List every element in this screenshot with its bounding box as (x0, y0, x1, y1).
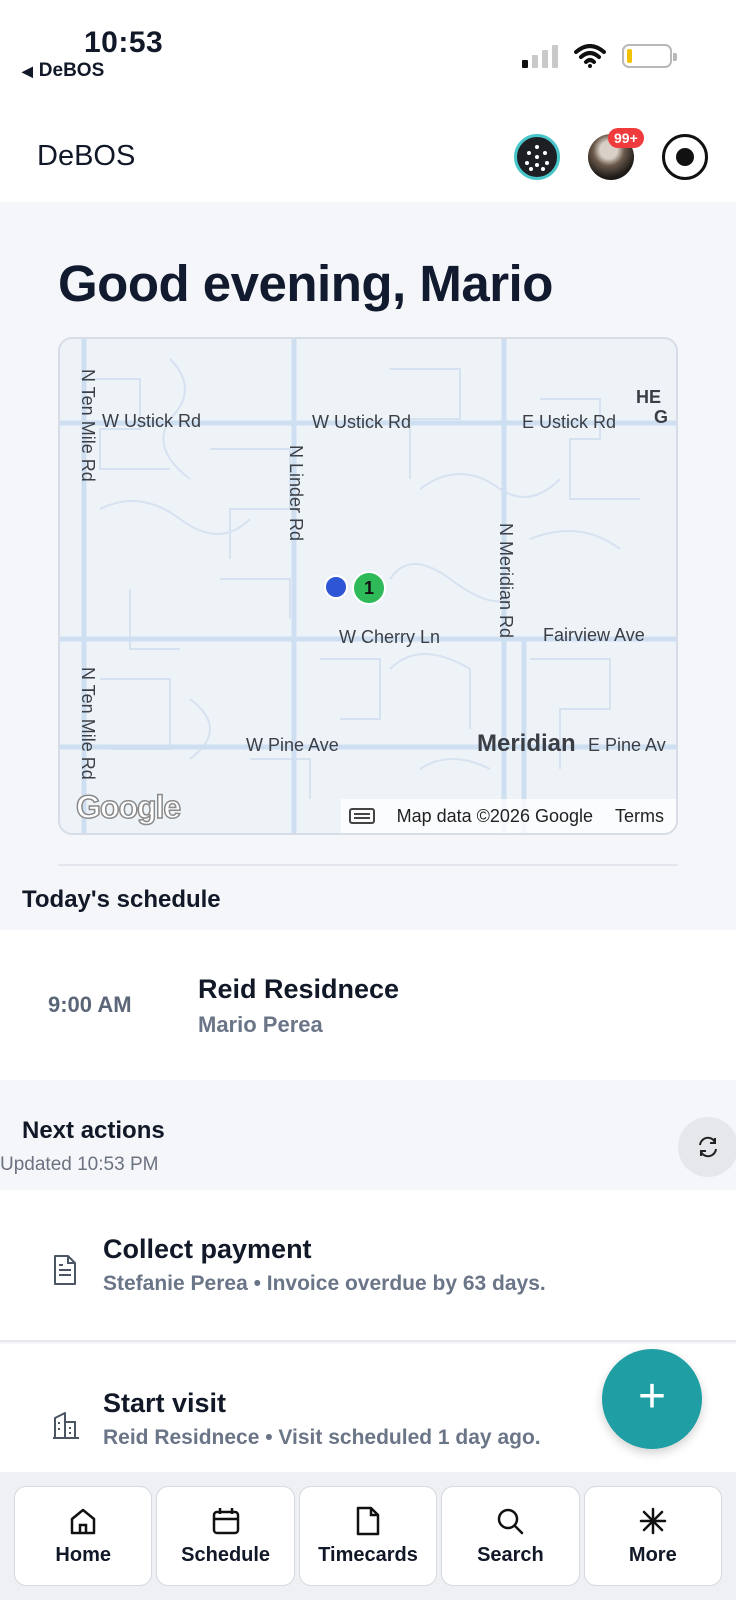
wifi-icon (574, 44, 606, 68)
nav-label: Home (55, 1543, 111, 1566)
schedule-heading: Today's schedule (22, 886, 221, 913)
file-icon (356, 1506, 380, 1535)
map-label: W Ustick Rd (312, 412, 411, 432)
next-actions-heading: Next actions (22, 1117, 165, 1144)
status-bar: 10:53 ◀ DeBOS (0, 0, 736, 112)
map-label: G (654, 407, 669, 427)
refresh-button[interactable] (678, 1117, 736, 1177)
bottom-navigation: Home Schedule Timecards Search More (0, 1472, 736, 1600)
schedule-item[interactable]: 9:00 AM Reid Residnece Mario Perea (0, 930, 736, 1080)
search-icon (498, 1508, 524, 1534)
home-icon (70, 1508, 96, 1534)
map-label: N Ten Mile Rd (78, 369, 98, 482)
app-header: DeBOS (0, 112, 736, 202)
map-label: N Meridian Rd (496, 523, 516, 639)
schedule-assignee: Mario Perea (198, 1012, 323, 1037)
next-action-item[interactable]: Collect payment Stefanie Perea • Invoice… (0, 1190, 736, 1342)
notification-badge: 99+ (608, 128, 644, 148)
sparkle-icon (639, 1507, 667, 1534)
map-label: E Ustick Rd (522, 412, 617, 432)
nav-schedule[interactable]: Schedule (156, 1486, 295, 1586)
nav-home[interactable]: Home (14, 1486, 153, 1586)
back-triangle-icon: ◀ (22, 62, 33, 79)
system-icons (522, 44, 677, 68)
back-app-label: DeBOS (38, 60, 105, 81)
brand-title: DeBOS (37, 140, 136, 172)
map-label: HE (636, 387, 662, 407)
assistant-button[interactable] (514, 134, 560, 180)
refresh-icon (699, 1136, 717, 1158)
nav-search[interactable]: Search (441, 1486, 580, 1586)
terms-link[interactable]: Terms (615, 806, 664, 827)
map-label: E Pine Av (588, 735, 666, 755)
updated-timestamp: Updated 10:53 PM (0, 1154, 159, 1175)
back-to-app-link[interactable]: ◀ DeBOS (22, 60, 104, 82)
google-logo: Google (75, 788, 182, 826)
current-location-marker[interactable] (324, 575, 348, 599)
map-label: Fairview Ave (543, 625, 645, 645)
keyboard-icon[interactable] (348, 808, 375, 824)
nav-label: Timecards (318, 1543, 418, 1566)
nav-label: Schedule (181, 1543, 271, 1566)
map-label: Meridian (477, 730, 576, 757)
greeting-heading: Good evening, Mario (58, 255, 553, 312)
map-view[interactable]: W Ustick Rd W Ustick Rd E Ustick Rd HE G… (58, 337, 678, 835)
nav-more[interactable]: More (583, 1486, 723, 1586)
battery-icon (622, 44, 677, 68)
map-label: N Ten Mile Rd (78, 667, 98, 780)
map-data-text: Map data ©2026 Google (396, 805, 593, 826)
status-time: 10:53 (84, 26, 164, 59)
action-subtitle: Reid Residnece • Visit scheduled 1 day a… (103, 1426, 541, 1449)
visit-marker[interactable]: 1 (352, 571, 386, 605)
schedule-time: 9:00 AM (48, 992, 132, 1017)
map-label: W Pine Ave (246, 735, 339, 755)
action-subtitle: Stefanie Perea • Invoice overdue by 63 d… (103, 1272, 546, 1295)
nav-label: More (628, 1543, 677, 1566)
cellular-signal-icon (522, 44, 558, 68)
calendar-icon (212, 1507, 239, 1534)
section-divider (58, 864, 678, 866)
schedule-title: Reid Residnece (198, 974, 400, 1004)
map-label: W Ustick Rd (102, 411, 201, 431)
map-label: W Cherry Ln (339, 627, 441, 647)
map-attribution: Map data ©2026 Google Terms (340, 799, 676, 833)
nav-label: Search (477, 1543, 544, 1566)
action-title: Collect payment (103, 1234, 312, 1264)
document-icon (54, 1255, 76, 1285)
building-icon (53, 1412, 79, 1439)
map-label: N Linder Rd (286, 445, 306, 542)
add-button[interactable]: + (602, 1349, 702, 1449)
record-button[interactable] (662, 134, 708, 180)
action-title: Start visit (103, 1388, 227, 1418)
nav-timecards[interactable]: Timecards (298, 1486, 438, 1586)
